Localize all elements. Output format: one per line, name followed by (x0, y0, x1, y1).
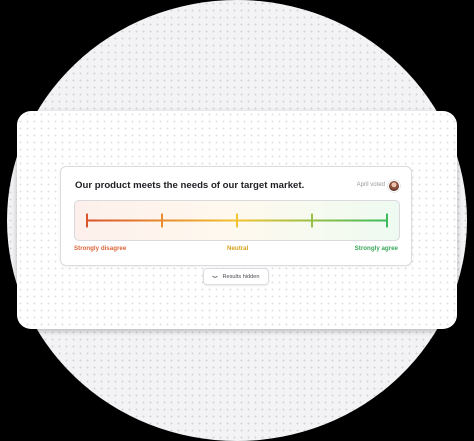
neutral-label: Neutral (227, 245, 249, 252)
poll-question: Our product meets the needs of our targe… (75, 180, 305, 191)
results-hidden-button[interactable]: Results hidden (203, 268, 269, 285)
scale-line-graphic (86, 213, 388, 228)
poll-card: Our product meets the needs of our targe… (60, 166, 412, 266)
results-hidden-label: Results hidden (222, 273, 260, 280)
rating-scale[interactable] (74, 200, 400, 241)
scale-tick-3[interactable] (236, 213, 238, 228)
scale-tick-4[interactable] (311, 213, 313, 228)
strongly-agree-label: Strongly agree (354, 245, 398, 252)
scale-tick-1[interactable] (86, 213, 88, 228)
avatar (388, 180, 400, 192)
voted-indicator: April voted (356, 182, 385, 188)
scale-tick-2[interactable] (161, 213, 163, 228)
scale-tick-5[interactable] (386, 213, 388, 228)
strongly-disagree-label: Strongly disagree (74, 245, 127, 252)
eye-closed-icon (212, 275, 219, 278)
